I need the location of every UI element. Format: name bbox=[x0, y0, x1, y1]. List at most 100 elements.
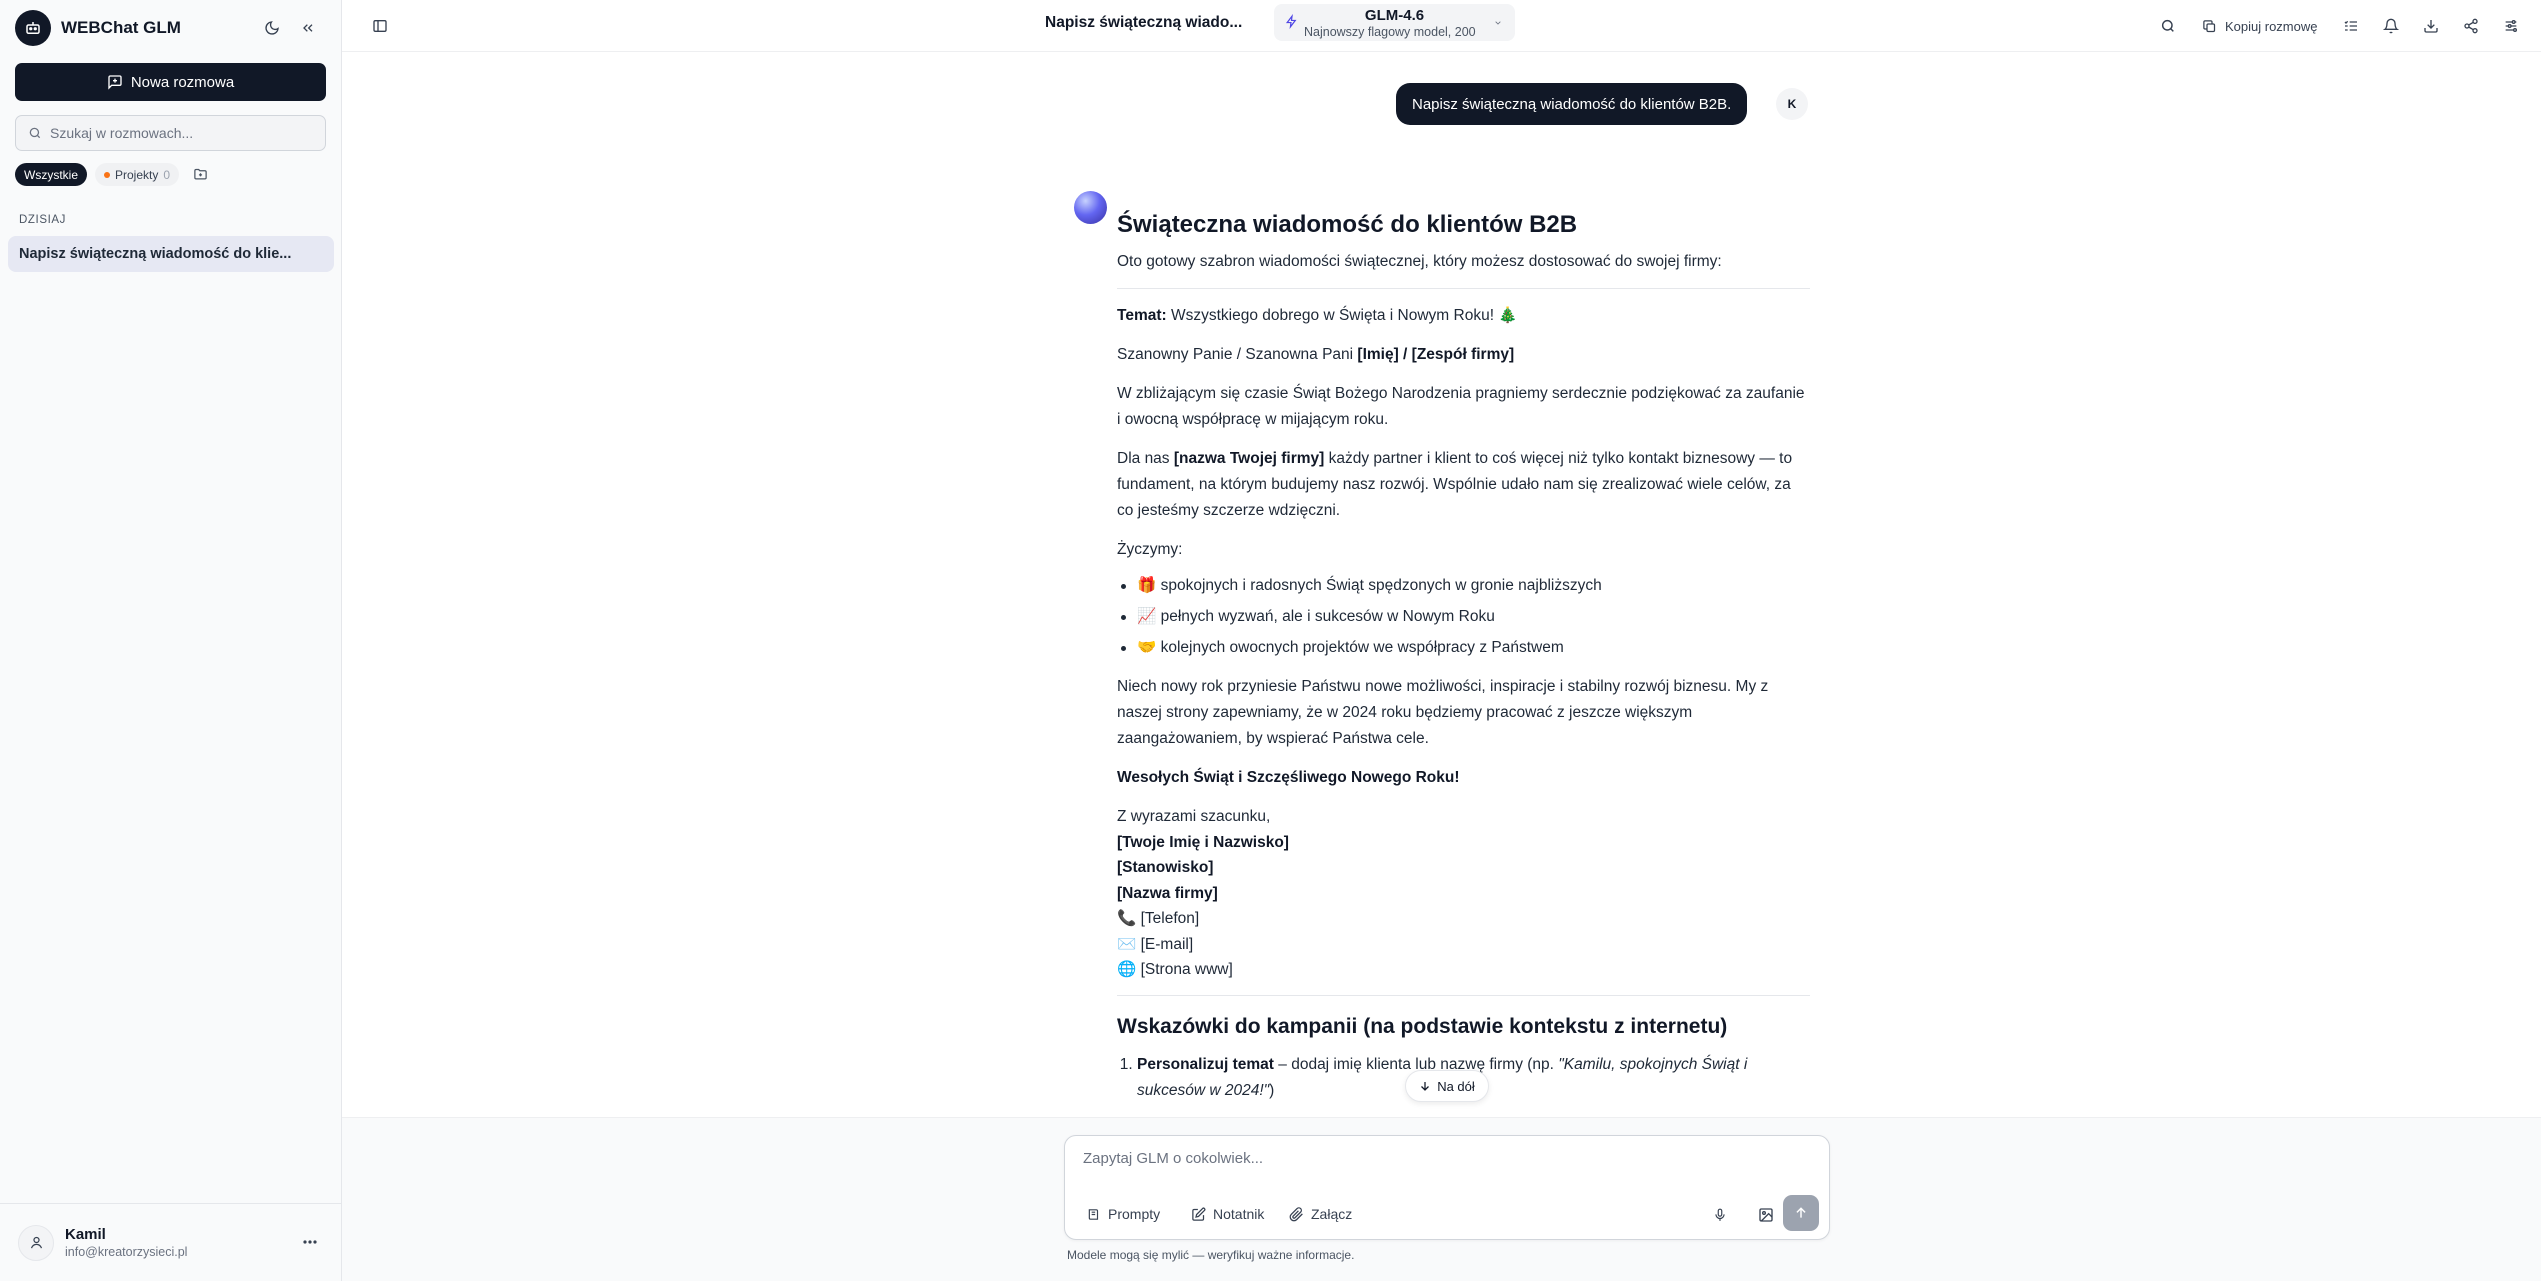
search-icon bbox=[29, 127, 41, 139]
paragraph-2: Dla nas [nazwa Twojej firmy] każdy partn… bbox=[1117, 446, 1810, 524]
subject-text: Wszystkiego dobrego w Święta i Nowym Rok… bbox=[1166, 307, 1518, 324]
sidebar-icon[interactable] bbox=[364, 10, 396, 42]
conversation-title: Napisz świąteczną wiadomość do klie... bbox=[19, 246, 292, 262]
more-options-icon[interactable] bbox=[300, 1232, 320, 1252]
signature-company: [Nazwa firmy] bbox=[1117, 884, 1218, 902]
subject-label: Temat: bbox=[1117, 307, 1167, 324]
composer: Prompty Notatnik Załącz bbox=[1064, 1135, 1830, 1240]
chevron-down-icon bbox=[1495, 21, 1501, 25]
signature-email: ✉️ [E-mail] bbox=[1117, 935, 1194, 953]
model-selector[interactable]: GLM-4.6 Najnowszy flagowy model, 200 bbox=[1274, 4, 1515, 41]
sidebar: WEBChat GLM Nowa rozmowa Wszystkie Proje… bbox=[0, 0, 342, 1281]
chevrons-left-icon[interactable] bbox=[296, 16, 320, 40]
user-email: info@kreatorzysieci.pl bbox=[65, 1245, 188, 1259]
model-name: GLM-4.6 bbox=[1364, 7, 1425, 24]
conversation-search[interactable] bbox=[15, 115, 326, 151]
notebook-button[interactable]: Notatnik bbox=[1191, 1202, 1264, 1226]
download-icon[interactable] bbox=[2415, 10, 2447, 42]
image-icon[interactable] bbox=[1754, 1203, 1778, 1227]
wishes-label: Życzymy: bbox=[1117, 541, 1183, 558]
greeting-line: Szanowny Panie / Szanowna Pani [Imię] / … bbox=[1117, 342, 1810, 368]
assistant-message: Świąteczna wiadomość do klientów B2B Oto… bbox=[1117, 205, 1810, 1113]
moon-icon[interactable] bbox=[260, 16, 284, 40]
copy-label: Kopiuj rozmowę bbox=[2225, 18, 2318, 34]
filter-all[interactable]: Wszystkie bbox=[15, 163, 87, 186]
search-input[interactable] bbox=[50, 125, 310, 141]
bell-icon[interactable] bbox=[2375, 10, 2407, 42]
new-chat-label: Nowa rozmowa bbox=[130, 73, 235, 91]
list-checks-icon[interactable] bbox=[2335, 10, 2367, 42]
microphone-icon[interactable] bbox=[1708, 1203, 1732, 1227]
conversation-item[interactable]: Napisz świąteczną wiadomość do klie... bbox=[8, 236, 334, 272]
signature: Z wyrazami szacunku, [Twoje Imię i Nazwi… bbox=[1117, 804, 1810, 983]
notebook-label: Notatnik bbox=[1213, 1206, 1265, 1222]
filter-all-label: Wszystkie bbox=[24, 167, 78, 182]
prompts-button[interactable]: Prompty bbox=[1087, 1202, 1160, 1226]
copy-icon bbox=[2203, 19, 2216, 32]
closing-text: Wesołych Świąt i Szczęśliwego Nowego Rok… bbox=[1117, 769, 1460, 786]
conversation-title-header: Napisz świąteczną wiado... bbox=[1045, 14, 1243, 31]
scroll-to-bottom-label: Na dół bbox=[1437, 1078, 1475, 1094]
tip-1-end: ) bbox=[1269, 1081, 1275, 1099]
prompts-label: Prompty bbox=[1108, 1206, 1161, 1222]
user-avatar-badge: K bbox=[1776, 88, 1808, 120]
signature-website: 🌐 [Strona www] bbox=[1117, 961, 1233, 978]
regards: Z wyrazami szacunku, bbox=[1117, 808, 1271, 825]
filter-projects-label: Projekty bbox=[115, 167, 159, 182]
scroll-to-bottom-button[interactable]: Na dół bbox=[1405, 1070, 1489, 1102]
list-item: 📈 pełnych wyzwań, ale i sukcesów w Nowym… bbox=[1117, 604, 1810, 630]
book-icon bbox=[1088, 1208, 1099, 1220]
share-icon[interactable] bbox=[2455, 10, 2487, 42]
message-plus-icon bbox=[108, 75, 122, 90]
conversation-filters: Wszystkie Projekty 0 bbox=[15, 163, 213, 186]
send-button[interactable] bbox=[1783, 1195, 1819, 1231]
assistant-avatar bbox=[1074, 191, 1107, 224]
greeting-placeholder: [Imię] / [Zespół firmy] bbox=[1357, 346, 1515, 363]
list-item: 🎁 spokojnych i radosnych Świąt spędzonyc… bbox=[1117, 573, 1810, 599]
copy-conversation-button[interactable]: Kopiuj rozmowę bbox=[2202, 10, 2318, 42]
new-folder-icon[interactable] bbox=[187, 163, 213, 186]
arrow-down-icon bbox=[1421, 1082, 1430, 1091]
search-icon[interactable] bbox=[2152, 10, 2184, 42]
brand[interactable]: WEBChat GLM bbox=[15, 10, 181, 46]
signature-name: [Twoje Imię i Nazwisko] bbox=[1117, 833, 1289, 851]
projects-dot bbox=[104, 171, 110, 178]
company-placeholder: [nazwa Twojej firmy] bbox=[1173, 450, 1325, 467]
divider bbox=[1117, 288, 1810, 289]
tips-title: Wskazówki do kampanii (na podstawie kont… bbox=[1117, 1014, 1728, 1038]
app-name: WEBChat GLM bbox=[61, 18, 181, 37]
paperclip-icon bbox=[1289, 1206, 1303, 1221]
projects-count: 0 bbox=[163, 167, 171, 182]
closing-line: Wesołych Świąt i Szczęśliwego Nowego Rok… bbox=[1117, 765, 1810, 791]
answer-intro: Oto gotowy szabron wiadomości świąteczne… bbox=[1117, 253, 1722, 270]
signature-position: [Stanowisko] bbox=[1117, 859, 1214, 876]
model-description: Najnowszy flagowy model, 200 bbox=[1304, 25, 1476, 39]
robot-icon bbox=[15, 10, 51, 46]
tip-1-bold: Personalizuj temat bbox=[1137, 1055, 1274, 1073]
answer-title: Świąteczna wiadomość do klientów B2B bbox=[1117, 211, 1578, 238]
signature-phone: 📞 [Telefon] bbox=[1117, 910, 1200, 927]
user-icon bbox=[18, 1224, 54, 1261]
message-input[interactable] bbox=[1083, 1150, 1803, 1176]
edit-icon bbox=[1192, 1207, 1206, 1221]
paragraph-3: Niech nowy rok przyniesie Państwu nowe m… bbox=[1117, 678, 1769, 747]
paragraph-2-start: Dla nas bbox=[1117, 450, 1174, 467]
subject-line: Temat: Wszystkiego dobrego w Święta i No… bbox=[1117, 303, 1810, 329]
list-item: 🤝 kolejnych owocnych projektów we współp… bbox=[1117, 635, 1810, 661]
attach-label: Załącz bbox=[1311, 1206, 1353, 1222]
arrow-up-icon bbox=[1796, 1207, 1806, 1218]
user-profile[interactable]: Kamil info@kreatorzysieci.pl bbox=[0, 1203, 342, 1281]
attach-button[interactable]: Załącz bbox=[1289, 1202, 1352, 1226]
sliders-icon[interactable] bbox=[2495, 10, 2527, 42]
filter-projects[interactable]: Projekty 0 bbox=[95, 163, 180, 186]
wishes-list: 🎁 spokojnych i radosnych Świąt spędzonyc… bbox=[1117, 573, 1810, 661]
paragraph-1: W zbliżającym się czasie Świąt Bożego Na… bbox=[1117, 385, 1805, 428]
user-name: Kamil bbox=[65, 1226, 106, 1243]
top-bar: Napisz świąteczną wiado... GLM-4.6 Najno… bbox=[342, 0, 2541, 52]
new-chat-button[interactable]: Nowa rozmowa bbox=[15, 63, 326, 101]
user-message: Napisz świąteczną wiadomość do klientów … bbox=[1396, 83, 1748, 125]
user-message-text: Napisz świąteczną wiadomość do klientów … bbox=[1412, 95, 1732, 113]
disclaimer: Modele mogą się mylić — weryfikuj ważne … bbox=[1067, 1248, 1355, 1262]
section-today: DZISIAJ bbox=[19, 214, 67, 226]
divider bbox=[1117, 994, 1810, 996]
